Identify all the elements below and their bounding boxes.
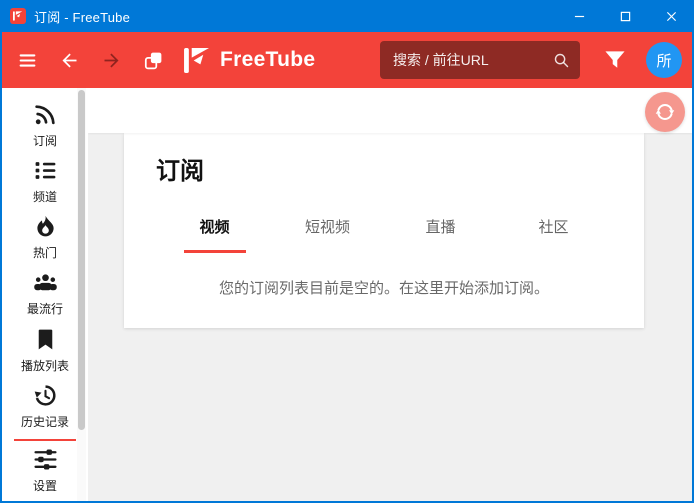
close-button[interactable] [648,0,694,32]
refresh-subscriptions-button[interactable] [645,92,685,132]
empty-subscriptions-message: 您的订阅列表目前是空的。在这里开始添加订阅。 [124,277,644,298]
toolbar: FreeTube 所 [0,32,694,88]
sidebar-item-channels[interactable]: 频道 [2,156,88,212]
main-content: 订阅 视频 短视频 直播 社区 您的订阅列表目前是空的。在这里开始添加订阅。 [88,88,692,501]
sidebar-item-label: 最流行 [27,300,63,317]
sliders-icon [33,447,58,472]
back-button[interactable] [52,43,86,77]
window-title: 订阅 - FreeTube [34,7,130,26]
freetube-window: 订阅 - FreeTube FreeTube [0,0,694,503]
sidebar-item-label: 播放列表 [21,357,69,374]
titlebar: 订阅 - FreeTube [0,0,694,32]
sidebar-item-playlists[interactable]: 播放列表 [2,325,88,381]
list-icon [33,158,58,183]
users-icon [33,270,58,295]
tab-shorts[interactable]: 短视频 [271,212,384,253]
logo-text: FreeTube [220,48,315,72]
subscription-tabs: 视频 短视频 直播 社区 [158,212,610,253]
tab-videos[interactable]: 视频 [158,212,271,253]
search-icon[interactable] [553,52,570,69]
arrow-left-icon [59,50,80,71]
sidebar-item-label: 热门 [33,244,57,261]
freetube-logo[interactable]: FreeTube [184,48,315,73]
forward-button [94,43,128,77]
rss-icon [33,102,58,127]
freetube-flag-icon [184,48,211,73]
tab-live[interactable]: 直播 [384,212,497,253]
sidebar-item-label: 历史记录 [21,413,69,430]
page-title: 订阅 [156,151,644,186]
sidebar-scrollbar-track[interactable] [77,88,86,501]
sidebar: 订阅 频道 热门 最流行 播放列表 历史记录 [2,88,88,501]
top-bar [88,88,692,133]
sidebar-item-most-popular[interactable]: 最流行 [2,268,88,324]
subscriptions-card: 订阅 视频 短视频 直播 社区 您的订阅列表目前是空的。在这里开始添加订阅。 [124,133,644,328]
history-icon [33,383,58,408]
maximize-button[interactable] [602,0,648,32]
app-logo-icon [10,8,26,24]
hamburger-icon [17,50,38,71]
sidebar-item-trending[interactable]: 热门 [2,212,88,268]
funnel-icon [604,50,626,70]
fire-icon [33,214,58,239]
sidebar-item-label: 订阅 [33,132,57,149]
refresh-icon [655,102,675,122]
app-body: 订阅 频道 热门 最流行 播放列表 历史记录 [2,88,692,501]
sidebar-item-label: 频道 [33,188,57,205]
sidebar-item-subscriptions[interactable]: 订阅 [2,100,88,156]
sidebar-divider [14,439,76,441]
profile-initial: 所 [656,50,671,71]
sidebar-item-history[interactable]: 历史记录 [2,381,88,437]
sidebar-item-settings[interactable]: 设置 [2,445,88,501]
tab-community[interactable]: 社区 [497,212,610,253]
sidebar-scrollbar-thumb[interactable] [78,90,85,430]
menu-toggle-button[interactable] [10,43,44,77]
sidebar-item-label: 设置 [33,477,57,494]
new-window-button[interactable] [136,43,170,77]
profile-button[interactable]: 所 [646,42,682,78]
minimize-button[interactable] [556,0,602,32]
filter-button[interactable] [598,43,632,77]
search-input[interactable] [393,52,553,68]
window-controls [556,0,694,32]
search-box[interactable] [380,41,580,79]
arrow-right-icon [101,50,122,71]
clone-icon [143,50,164,71]
bookmark-icon [33,327,58,352]
